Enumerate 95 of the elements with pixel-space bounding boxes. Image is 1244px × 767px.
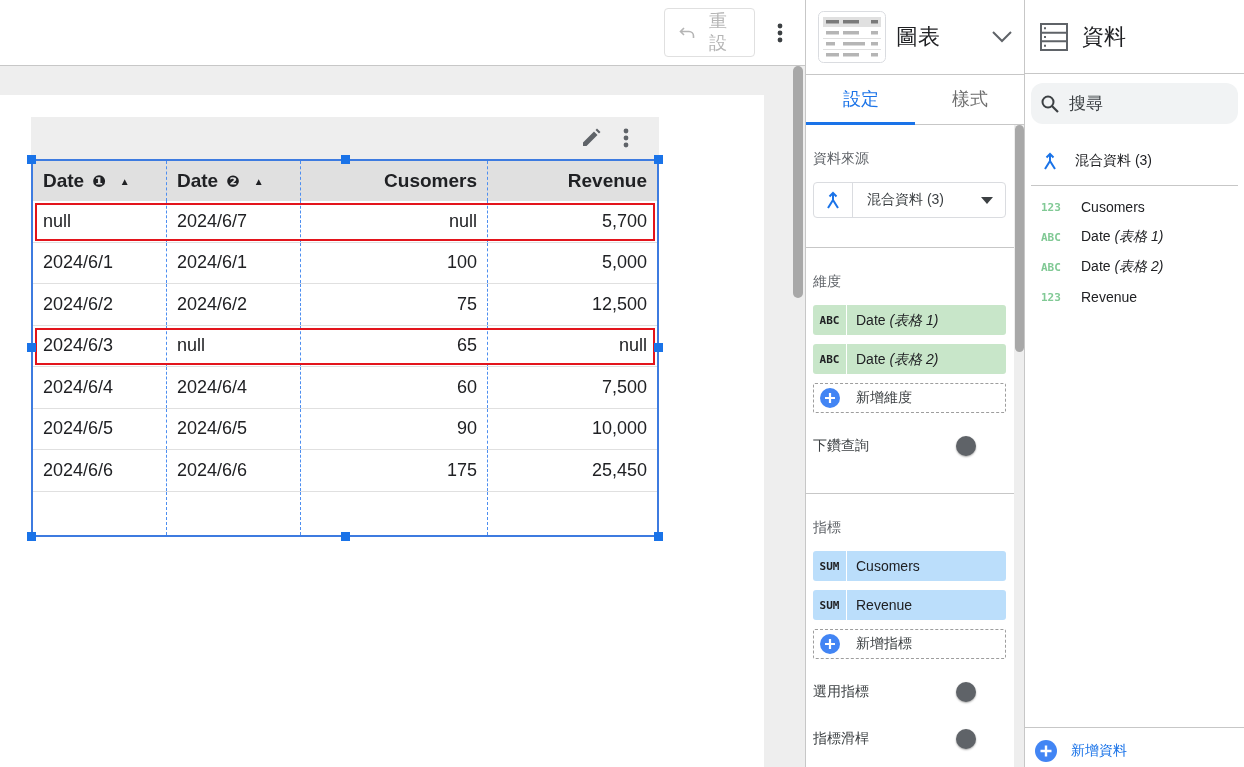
resize-handle[interactable]	[27, 531, 36, 541]
search-icon	[1041, 95, 1059, 113]
panel-title: 圖表	[896, 23, 941, 51]
table-cell: 2024/6/7	[167, 201, 301, 242]
column-number: ❶	[92, 171, 106, 191]
field-name: Date (表格 1)	[855, 311, 939, 330]
tab[interactable]: 設定	[806, 75, 915, 125]
panel-title: 資料	[1082, 22, 1126, 51]
table-cell: 2024/6/4	[167, 367, 301, 408]
plus-icon[interactable]	[1035, 739, 1057, 762]
column-header[interactable]: Cusomers	[384, 170, 477, 192]
caret-down-icon	[981, 196, 993, 204]
aggregation-tag: SUM	[813, 590, 847, 620]
section-label: 維度	[813, 273, 842, 291]
field-type-tag: 123	[1041, 290, 1063, 304]
merge-icon	[826, 191, 840, 209]
metric-chip[interactable]: SUM Cusomers	[813, 551, 1006, 581]
table-cell-text: 25,450	[590, 458, 648, 482]
column-header[interactable]: Date	[43, 170, 85, 192]
table-cell: 2024/6/4	[33, 367, 167, 408]
field-item[interactable]: Date (表格 2)	[1081, 258, 1164, 276]
table-cell: 90	[301, 408, 488, 449]
table-cell-text: 12,500	[590, 292, 648, 316]
resize-handle[interactable]	[340, 155, 350, 164]
field-type-tag: 123	[1041, 200, 1063, 214]
field-name: Cusomers	[855, 557, 920, 576]
table-cell: 2024/6/6	[33, 450, 167, 491]
add-metric-button[interactable]: 新增指標	[813, 629, 1006, 659]
dimension-chip[interactable]: ABC Date (表格 2)	[813, 344, 1006, 374]
table-cell-text: 10,000	[590, 417, 648, 441]
column-number: ❷	[226, 171, 240, 191]
section-label: 指標	[813, 519, 842, 537]
resize-handle[interactable]	[654, 343, 663, 353]
sort-icon[interactable]: ▲	[253, 175, 264, 187]
undo-icon	[679, 26, 695, 39]
table-cell-text: 5,000	[600, 251, 648, 275]
table-cell: 60	[301, 367, 488, 408]
sort-icon[interactable]: ▲	[119, 175, 130, 187]
table-cell: 2024/6/2	[167, 284, 301, 325]
table-cell: 2024/6/6	[167, 450, 301, 491]
table-cell: 2024/6/1	[33, 242, 167, 283]
add-dimension-button[interactable]: 新增維度	[813, 383, 1006, 413]
scrollbar[interactable]	[793, 66, 803, 298]
table-cell: 65	[301, 325, 488, 366]
column-header[interactable]: Revenue	[567, 170, 647, 192]
column-header[interactable]: Date	[177, 170, 219, 192]
plus-icon[interactable]	[820, 388, 840, 408]
more-icon[interactable]	[777, 22, 783, 43]
field-item[interactable]: Revenue	[1081, 289, 1138, 305]
add-data-button[interactable]: 新增資料	[1035, 739, 1127, 762]
resize-handle[interactable]	[27, 155, 36, 164]
metric-chip[interactable]: SUM Revenue	[813, 590, 1006, 620]
table-cell: 100	[301, 242, 488, 283]
aggregation-tag: SUM	[813, 551, 847, 581]
tab[interactable]: 樣式	[915, 75, 1024, 125]
table-cell: 75	[301, 284, 488, 325]
aggregation-tag: ABC	[813, 305, 847, 335]
table-cell: null	[33, 201, 167, 242]
table-cell: 2024/6/1	[167, 242, 301, 283]
table-cell: 2024/6/5	[33, 408, 167, 449]
field-type-tag: ABC	[1041, 260, 1063, 274]
merge-icon	[1043, 151, 1057, 170]
field-type-tag: ABC	[1041, 230, 1063, 244]
search-field[interactable]: 搜尋	[1031, 83, 1238, 124]
table-chart-icon[interactable]	[818, 11, 886, 63]
table-cell-text: 5,700	[600, 209, 648, 233]
pencil-icon[interactable]	[581, 128, 601, 148]
field-name: Revenue	[855, 596, 913, 615]
more-icon[interactable]	[623, 128, 629, 148]
field-item[interactable]: Date (表格 1)	[1081, 228, 1164, 246]
database-icon	[1040, 22, 1068, 51]
resize-handle[interactable]	[654, 531, 663, 541]
resize-handle[interactable]	[27, 343, 36, 353]
data-source-dropdown[interactable]: 混合資料 (3)	[813, 182, 1006, 218]
resize-handle[interactable]	[654, 155, 663, 164]
section-label: 資料來源	[813, 150, 870, 168]
aggregation-tag: ABC	[813, 344, 847, 374]
resize-handle[interactable]	[340, 531, 350, 541]
toggle-label: 選用指標	[813, 683, 869, 701]
scrollbar[interactable]	[1015, 125, 1024, 352]
table-cell-text: null	[617, 334, 648, 358]
table-cell: null	[167, 325, 301, 366]
toggle-label: 下鑽查詢	[813, 437, 869, 455]
table-cell: 2024/6/5	[167, 408, 301, 449]
data-source-name[interactable]: 混合資料 (3)	[1075, 151, 1152, 170]
field-name: Date (表格 2)	[855, 350, 939, 369]
dimension-chip[interactable]: ABC Date (表格 1)	[813, 305, 1006, 335]
plus-icon[interactable]	[820, 634, 840, 654]
table-cell-text: 7,500	[600, 375, 648, 399]
table-cell: 2024/6/2	[33, 284, 167, 325]
table-cell: null	[301, 201, 488, 242]
toggle-label: 指標滑桿	[813, 730, 869, 748]
table-cell: 175	[301, 450, 488, 491]
field-item[interactable]: Cusomers	[1081, 199, 1145, 215]
chevron-down-icon[interactable]	[992, 31, 1012, 43]
